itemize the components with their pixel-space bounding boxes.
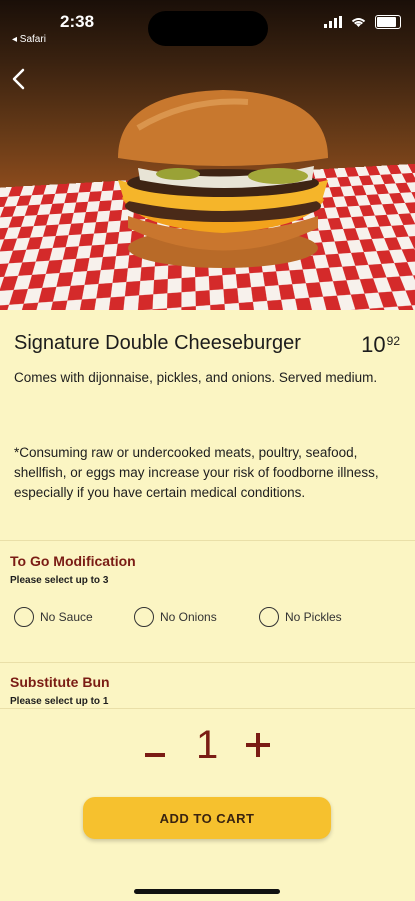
section-subtitle-substitute-bun: Please select up to 1 — [10, 696, 109, 707]
chevron-left-icon — [12, 68, 25, 90]
burger-image — [118, 90, 328, 268]
food-safety-warning: *Consuming raw or undercooked meats, pou… — [14, 445, 379, 500]
item-description: Comes with dijonnaise, pickles, and onio… — [14, 370, 378, 385]
quantity-value: 1 — [196, 723, 219, 767]
option-no-pickles[interactable]: No Pickles — [259, 607, 342, 627]
home-indicator[interactable] — [134, 889, 280, 894]
divider — [0, 540, 415, 541]
dynamic-island — [148, 11, 268, 46]
section-title-substitute-bun: Substitute Bun — [10, 674, 110, 690]
price-dollars: 10 — [361, 332, 386, 357]
option-label: No Sauce — [40, 610, 93, 624]
title-row: Signature Double Cheeseburger 1092 — [14, 332, 402, 358]
increase-quantity-button[interactable] — [246, 733, 270, 757]
item-name: Signature Double Cheeseburger — [14, 332, 301, 354]
radio-button[interactable] — [259, 607, 279, 627]
section-title-to-go-modification: To Go Modification — [10, 553, 136, 569]
battery-icon — [375, 15, 401, 29]
wifi-icon — [351, 18, 366, 27]
add-to-cart-button[interactable]: ADD TO CART — [83, 797, 331, 839]
decrease-quantity-button[interactable] — [145, 753, 165, 757]
status-icons — [324, 15, 401, 29]
option-label: No Pickles — [285, 610, 342, 624]
status-time: 2:38 — [60, 12, 95, 31]
option-no-onions[interactable]: No Onions — [134, 607, 217, 627]
status-bar: 2:38 ◂ Safari — [0, 0, 415, 52]
back-to-safari-link[interactable]: ◂ Safari — [12, 34, 46, 45]
radio-button[interactable] — [134, 607, 154, 627]
bottom-action-bar: 1 ADD TO CART — [0, 708, 415, 901]
radio-button[interactable] — [14, 607, 34, 627]
price-cents: 92 — [386, 334, 400, 348]
back-button[interactable] — [4, 64, 32, 94]
option-no-sauce[interactable]: No Sauce — [14, 607, 93, 627]
signal-icon — [324, 16, 342, 28]
divider — [0, 662, 415, 663]
section-subtitle-to-go-modification: Please select up to 3 — [10, 575, 109, 586]
item-price: 1092 — [361, 332, 400, 358]
option-label: No Onions — [160, 610, 217, 624]
